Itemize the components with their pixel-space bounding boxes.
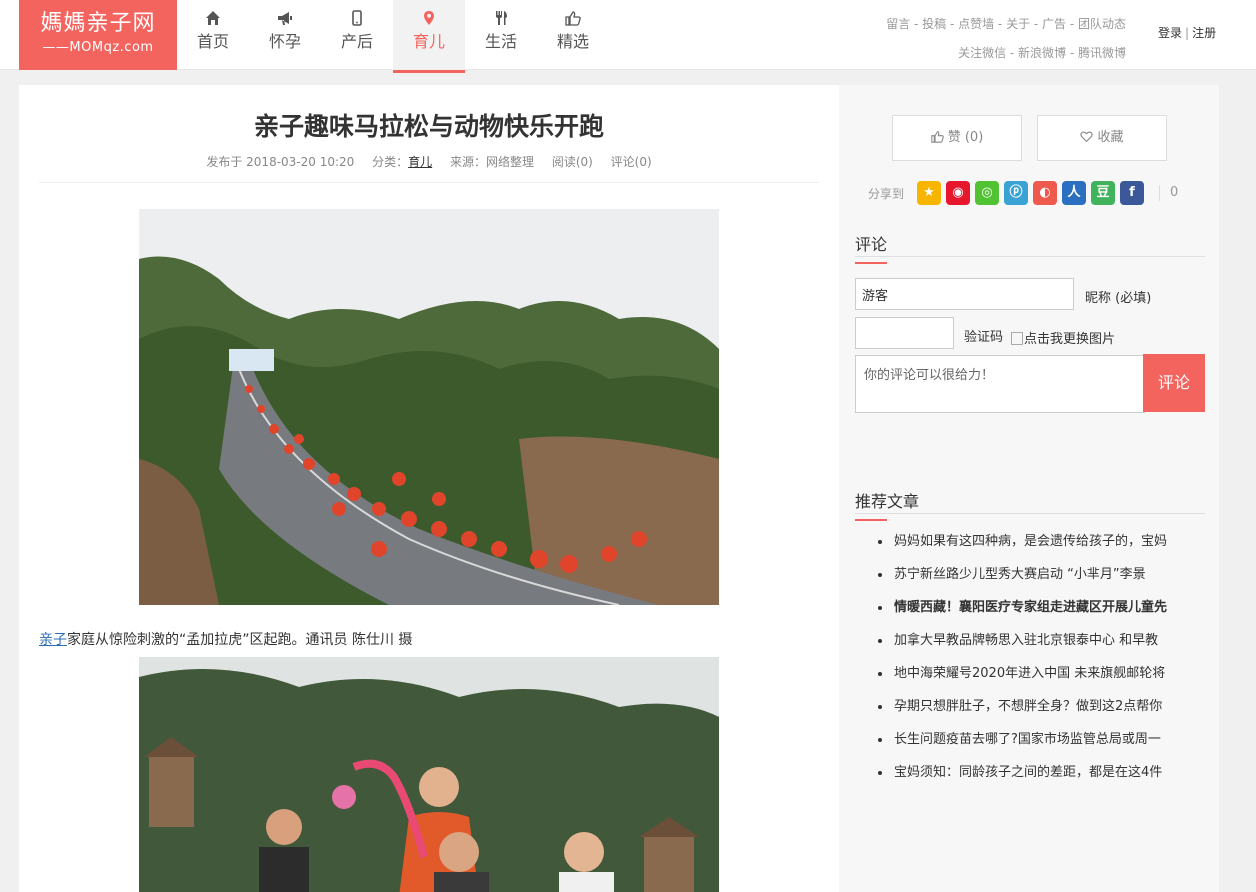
list-item[interactable]: 情暖西藏！襄阳医疗专家组走进藏区开展儿童先 (875, 596, 1195, 629)
douban-icon[interactable]: 豆 (1091, 181, 1115, 205)
category-info: 分类：育儿 (372, 155, 432, 169)
article-container: 亲子趣味马拉松与动物快乐开跑 发布于 2018-03-20 10:20 分类：育… (19, 85, 839, 892)
share-count: 0 (1159, 185, 1178, 201)
tencent-weibo-icon[interactable]: ⓟ (1004, 181, 1028, 205)
auth-separator: | (1185, 26, 1190, 40)
list-item[interactable]: 孕期只想胖肚子，不想胖全身？做到这2点帮你 (875, 695, 1195, 728)
comment-textarea[interactable]: 你的评论可以很给力！ (855, 355, 1145, 413)
recommend-section-line (855, 513, 1205, 514)
nav-item-postpartum[interactable]: 产后 (321, 0, 393, 70)
comment-count: 评论(0) (610, 155, 652, 169)
nav-label: 怀孕 (268, 32, 301, 51)
top-links-row1[interactable]: 留言 - 投稿 - 点赞墙 - 关于 - 广告 - 团队动态 (886, 10, 1126, 39)
login-link[interactable]: 登录 (1158, 26, 1182, 40)
sidebar: 赞 (0) 收藏 分享到 ★◉◎ⓟ◐人豆f 0 评论 昵称 (必填) 验证码 点… (839, 85, 1219, 892)
captcha-image-alt: 点击我更换图片 (1024, 332, 1116, 347)
nav-item-pregnancy[interactable]: 怀孕 (249, 0, 321, 70)
source-info: 来源：网络整理 (449, 155, 534, 169)
list-item[interactable]: 苏宁新丝路少儿型秀大赛启动 “小芈月”李景 (875, 563, 1195, 596)
qq-icon[interactable]: ◐ (1033, 181, 1057, 205)
submit-comment-button[interactable]: 评论 (1143, 354, 1205, 412)
caption-text: 家庭从惊险刺激的“孟加拉虎”区起跑。通讯员 陈仕川 摄 (67, 632, 413, 648)
broken-image-icon (1011, 332, 1023, 345)
renren-icon[interactable]: 人 (1062, 181, 1086, 205)
nav-item-home[interactable]: 首页 (177, 0, 249, 70)
read-count: 阅读(0) (551, 155, 593, 169)
home-icon (177, 10, 249, 30)
nav-item-life[interactable]: 生活 (465, 0, 537, 70)
top-links: 留言 - 投稿 - 点赞墙 - 关于 - 广告 - 团队动态 关注微信 - 新浪… (886, 10, 1126, 68)
megaphone-icon (249, 10, 321, 30)
nickname-label: 昵称 (必填) (1085, 291, 1152, 306)
logo-title: 媽媽亲子网 (40, 11, 156, 36)
like-label: 赞 (0) (947, 130, 984, 145)
captcha-image[interactable]: 点击我更换图片 (1011, 328, 1115, 347)
nav-label: 生活 (484, 32, 517, 51)
site-logo[interactable]: 媽媽亲子网 ——MOMqz.com (19, 0, 177, 70)
phone-icon (321, 10, 393, 30)
share-label: 分享到 (868, 187, 905, 201)
recommend-section-title: 推荐文章 (855, 488, 919, 521)
comment-section-line (855, 256, 1205, 257)
qzone-icon[interactable]: ★ (917, 181, 941, 205)
favorite-label: 收藏 (1097, 130, 1124, 145)
photo-caption: 亲子家庭从惊险刺激的“孟加拉虎”区起跑。通讯员 陈仕川 摄 (39, 629, 412, 649)
site-header: 媽媽亲子网 ——MOMqz.com 首页 怀孕 产后 育儿 生活 精选 留言 -… (0, 0, 1256, 73)
favorite-button[interactable]: 收藏 (1037, 115, 1167, 161)
register-link[interactable]: 注册 (1192, 26, 1216, 40)
auth-links: 登录 | 注册 (1158, 24, 1216, 41)
nav-item-featured[interactable]: 精选 (537, 0, 609, 70)
meta-divider (39, 182, 819, 183)
list-item[interactable]: 长生问题疫苗去哪了?国家市场监管总局或周一 (875, 728, 1195, 761)
top-links-row2[interactable]: 关注微信 - 新浪微博 - 腾讯微博 (886, 39, 1126, 68)
heart-icon (1080, 131, 1094, 143)
nav-label: 首页 (196, 32, 229, 51)
category-link[interactable]: 育儿 (408, 155, 432, 169)
logo-domain: ——MOMqz.com (42, 40, 154, 55)
nav-label: 育儿 (412, 32, 445, 51)
location-pin-icon (393, 10, 465, 30)
comment-section-title: 评论 (855, 231, 888, 264)
thumbs-up-icon (537, 10, 609, 30)
category-label: 分类： (372, 155, 409, 169)
list-item[interactable]: 地中海荣耀号2020年进入中国 未来旗舰邮轮将 (875, 662, 1195, 695)
list-item[interactable]: 妈妈如果有这四种病，是会遗传给孩子的，宝妈 (875, 530, 1195, 563)
article-title: 亲子趣味马拉松与动物快乐开跑 (253, 112, 604, 141)
caption-keyword-link[interactable]: 亲子 (39, 632, 67, 648)
captcha-label: 验证码 (964, 330, 1004, 345)
wechat-icon[interactable]: ◎ (975, 181, 999, 205)
captcha-input[interactable] (855, 317, 954, 349)
article-photo-marathon-start (139, 209, 719, 605)
facebook-icon[interactable]: f (1120, 181, 1144, 205)
nav-item-parenting[interactable]: 育儿 (393, 0, 465, 73)
fork-knife-icon (465, 10, 537, 30)
recommended-list: 妈妈如果有这四种病，是会遗传给孩子的，宝妈 苏宁新丝路少儿型秀大赛启动 “小芈月”… (875, 530, 1195, 794)
weibo-icon[interactable]: ◉ (946, 181, 970, 205)
nickname-input[interactable] (855, 278, 1074, 310)
article-photo-family-runners (139, 657, 719, 892)
nav-label: 产后 (340, 32, 373, 51)
article-meta: 发布于 2018-03-20 10:20 分类：育儿 来源：网络整理 阅读(0)… (19, 153, 839, 170)
share-icons: ★ ◉ ◎ ⓟ ◐ 人豆 f (917, 181, 1149, 205)
thumbs-up-icon (931, 131, 944, 143)
main-nav: 首页 怀孕 产后 育儿 生活 精选 (177, 0, 609, 73)
publish-date: 发布于 2018-03-20 10:20 (206, 155, 355, 169)
like-button[interactable]: 赞 (0) (892, 115, 1022, 161)
nav-label: 精选 (556, 32, 589, 51)
list-item[interactable]: 加拿大早教品牌畅思入驻北京银泰中心 和早教 (875, 629, 1195, 662)
list-item[interactable]: 宝妈须知：同龄孩子之间的差距，都是在这4件 (875, 761, 1195, 794)
